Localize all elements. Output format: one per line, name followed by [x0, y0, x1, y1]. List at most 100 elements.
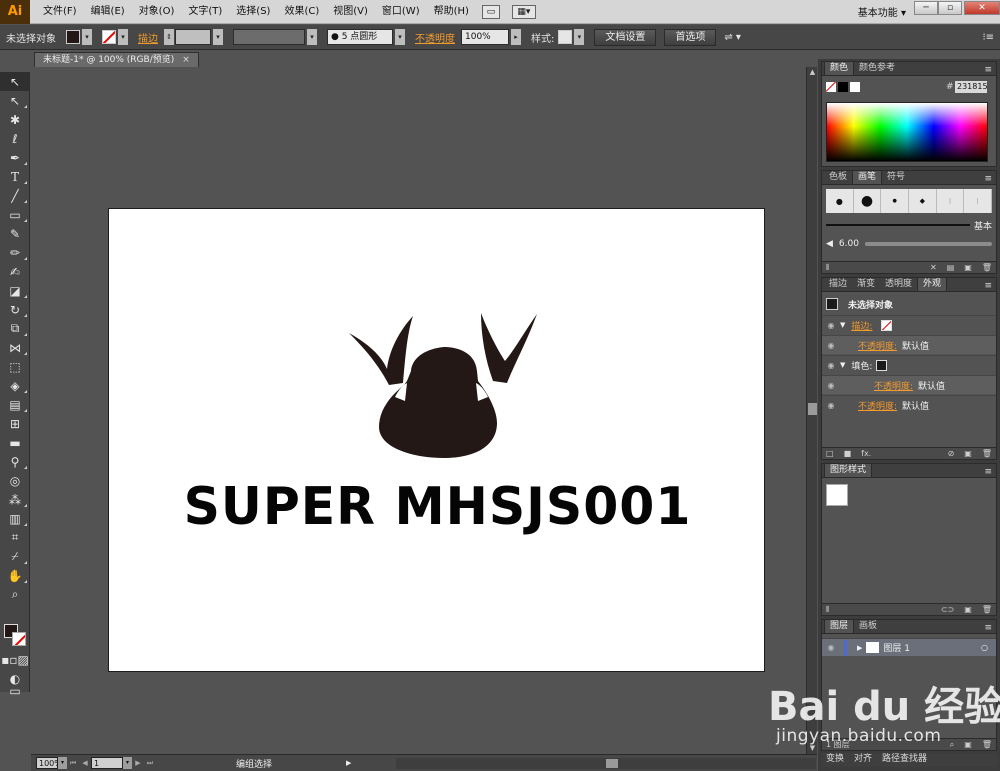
brush-hairline[interactable]: |	[937, 189, 965, 213]
tab-pathfinder[interactable]: 路径查找器	[877, 753, 932, 767]
opacity-field[interactable]: 100%	[461, 29, 509, 45]
viking-helmet-logo[interactable]	[347, 311, 537, 461]
brush-dot-tiny[interactable]: ●	[881, 189, 910, 213]
maximize-button[interactable]: ▫	[938, 1, 962, 15]
new-brush-icon[interactable]: ▣	[964, 263, 972, 272]
artboard[interactable]: SUPER MHSJS001	[108, 208, 765, 672]
gradient-tool-icon[interactable]: ▬	[0, 433, 30, 452]
menu-view[interactable]: 视图(V)	[326, 0, 375, 24]
line-tool-icon[interactable]: ╱	[0, 186, 30, 205]
opacity-dropdown[interactable]: ▸	[511, 29, 521, 45]
artboard-number-field[interactable]: 1	[91, 757, 123, 769]
brush-calligraphic[interactable]: ◆	[909, 189, 937, 213]
lasso-tool-icon[interactable]: ℓ	[0, 129, 30, 148]
opacity-label[interactable]: 不透明度	[415, 30, 455, 45]
graphic-style-swatch[interactable]	[558, 30, 573, 44]
zoom-tool-icon[interactable]: ⌕	[0, 585, 30, 604]
remove-stroke-icon[interactable]: ✕	[930, 263, 937, 272]
rectangle-tool-icon[interactable]: ▭	[0, 205, 30, 224]
duplicate-item-icon[interactable]: ▣	[964, 449, 972, 458]
expand-triangle-icon[interactable]: ▼	[840, 321, 845, 329]
panel-menu-icon[interactable]: ≡	[984, 65, 996, 75]
new-style-icon[interactable]: ▣	[964, 605, 972, 614]
appearance-fill-row[interactable]: ◉ ▼ 填色:	[822, 355, 996, 374]
fill-stroke-widget[interactable]	[4, 624, 26, 646]
close-button[interactable]: ✕	[964, 1, 1000, 15]
add-stroke-icon[interactable]: □	[826, 449, 834, 458]
stroke-dropdown[interactable]: ▾	[118, 29, 128, 45]
layer-target-icon[interactable]: ○	[981, 643, 988, 652]
last-artboard-icon[interactable]: ⏭	[144, 759, 156, 768]
scroll-up-icon[interactable]: ▲	[808, 68, 817, 77]
layer-name[interactable]: 图层 1	[883, 641, 910, 654]
brush-size-row[interactable]: ◀ 6.00	[826, 235, 992, 253]
delete-item-icon[interactable]: 🗑	[982, 449, 992, 458]
style-library-icon[interactable]: ⫴	[826, 605, 829, 615]
panel-menu-icon[interactable]: ≡	[984, 623, 996, 633]
direct-selection-tool-icon[interactable]: ↖	[0, 91, 30, 110]
perspective-grid-tool-icon[interactable]: ▤	[0, 395, 30, 414]
graphic-style-dropdown[interactable]: ▾	[574, 29, 585, 45]
rotate-tool-icon[interactable]: ↻	[0, 300, 30, 319]
appearance-fill-opacity-row[interactable]: ◉ 不透明度: 默认值	[822, 375, 996, 394]
stroke-weight-dropdown[interactable]: ▾	[213, 29, 223, 45]
visibility-eye-icon[interactable]: ◉	[822, 381, 840, 390]
brush-dropdown[interactable]: ▾	[395, 29, 405, 45]
free-transform-tool-icon[interactable]: ⬚	[0, 357, 30, 376]
appearance-stroke-opacity-row[interactable]: ◉ 不透明度: 默认值	[822, 335, 996, 354]
expand-triangle-icon[interactable]: ▼	[840, 361, 845, 369]
zoom-field[interactable]: 100%	[36, 757, 62, 769]
artboard-tool-icon[interactable]: ⌗	[0, 528, 30, 547]
shape-builder-tool-icon[interactable]: ◈	[0, 376, 30, 395]
visibility-eye-icon[interactable]: ◉	[822, 341, 840, 350]
stroke-color-swatch[interactable]	[12, 632, 26, 646]
first-artboard-icon[interactable]: ⏮	[67, 759, 79, 768]
panel-menu-icon[interactable]: ≡	[984, 281, 996, 291]
arrange-icon[interactable]: ⇌ ▾	[724, 32, 741, 43]
brush-hairline-2[interactable]: |	[964, 189, 993, 213]
tab-transform[interactable]: 变换	[821, 753, 849, 767]
canvas-area[interactable]: SUPER MHSJS001	[31, 67, 817, 754]
scroll-down-icon[interactable]: ▼	[808, 744, 817, 753]
add-fill-icon[interactable]: ■	[844, 449, 852, 458]
variable-width-profile[interactable]	[233, 29, 305, 45]
layer-row[interactable]: ◉ ▶ 图层 1 ○	[822, 638, 996, 656]
layer-expand-icon[interactable]: ▶	[857, 644, 862, 652]
eraser-tool-icon[interactable]: ◪	[0, 281, 30, 300]
brush-library-icon[interactable]: ⫴	[826, 263, 829, 273]
blend-tool-icon[interactable]: ◎	[0, 471, 30, 490]
fill-dropdown[interactable]: ▾	[82, 29, 92, 45]
column-graph-tool-icon[interactable]: ▥	[0, 509, 30, 528]
tab-artboards[interactable]: 画板	[854, 620, 882, 633]
selection-tool-icon[interactable]: ↖	[0, 72, 30, 91]
artwork-text[interactable]: SUPER MHSJS001	[119, 477, 756, 537]
symbol-sprayer-tool-icon[interactable]: ⁂	[0, 490, 30, 509]
scale-tool-icon[interactable]: ⧉	[0, 319, 30, 338]
tab-stroke[interactable]: 描边	[824, 278, 852, 291]
preferences-button[interactable]: 首选项	[664, 28, 717, 46]
mesh-tool-icon[interactable]: ⊞	[0, 414, 30, 433]
panel-menu-icon[interactable]: ≡	[984, 467, 996, 477]
magic-wand-tool-icon[interactable]: ✱	[0, 110, 30, 129]
fill-opacity-link[interactable]: 不透明度:	[874, 379, 913, 392]
basic-brush-row[interactable]: 基本	[826, 217, 992, 233]
stroke-weight-field[interactable]	[175, 29, 211, 45]
slice-tool-icon[interactable]: ⌿	[0, 547, 30, 566]
tab-swatches[interactable]: 色板	[824, 171, 852, 184]
vertical-scrollbar[interactable]: ▲ ▼	[806, 67, 817, 754]
visibility-eye-icon[interactable]: ◉	[822, 321, 840, 330]
horizontal-scrollbar[interactable]	[396, 758, 816, 769]
stroke-none-swatch[interactable]	[881, 319, 893, 331]
stroke-opacity-link[interactable]: 不透明度:	[858, 339, 897, 352]
stroke-link[interactable]: 描边:	[851, 319, 872, 332]
brush-definition-field[interactable]: ● 5 点圆形	[327, 29, 393, 45]
menu-edit[interactable]: 编辑(E)	[84, 0, 132, 24]
tab-align[interactable]: 对齐	[849, 753, 877, 767]
layer-visibility-icon[interactable]: ◉	[822, 643, 840, 652]
visibility-eye-icon[interactable]: ◉	[822, 361, 840, 370]
vertical-scroll-thumb[interactable]	[808, 403, 817, 415]
width-tool-icon[interactable]: ⋈	[0, 338, 30, 357]
tab-gradient[interactable]: 渐变	[852, 278, 880, 291]
paintbrush-tool-icon[interactable]: ✎	[0, 224, 30, 243]
new-sublayer-icon[interactable]: ▣	[964, 740, 972, 749]
